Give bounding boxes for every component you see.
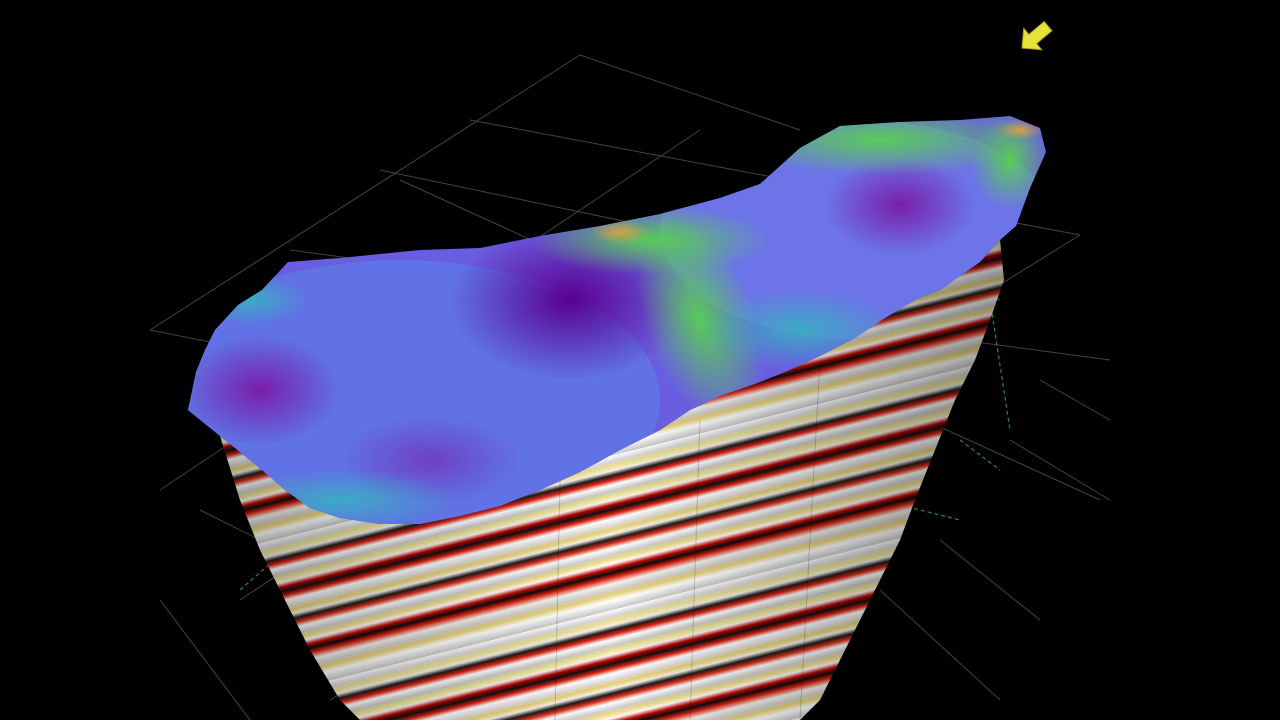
seismic-scene bbox=[149, 20, 1111, 720]
seismic-3d-viewport[interactable] bbox=[0, 0, 1280, 720]
arrow-pointer-icon bbox=[1021, 20, 1053, 51]
